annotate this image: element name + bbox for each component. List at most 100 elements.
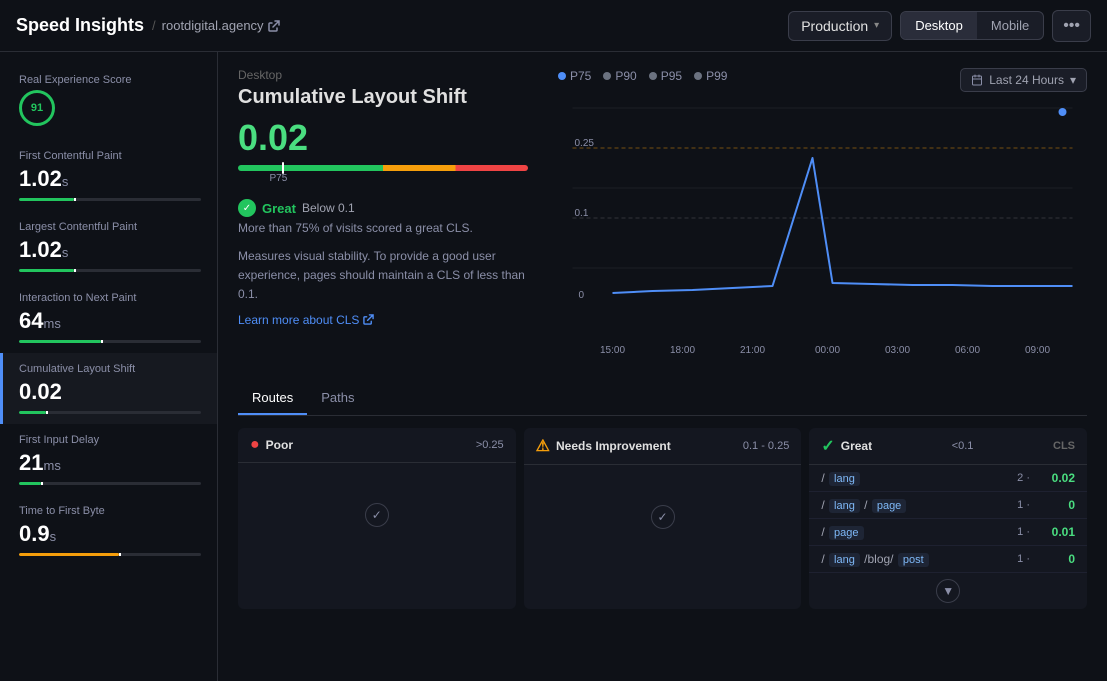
sidebar: Real Experience Score 91 First Contentfu…: [0, 52, 218, 681]
expand-icon: ▼: [936, 579, 960, 603]
legend-p75: P75: [558, 69, 591, 83]
sidebar-item-fid[interactable]: First Input Delay 21ms: [0, 424, 217, 495]
routes-col-poor-header: ● Poor >0.25: [238, 428, 516, 463]
breadcrumb: / rootdigital.agency: [152, 18, 280, 33]
sidebar-item-fcp[interactable]: First Contentful Paint 1.02s: [0, 140, 217, 211]
learn-more-link[interactable]: Learn more about CLS: [238, 313, 538, 327]
breadcrumb-slash: /: [152, 18, 156, 33]
legend-dot-p90: [603, 72, 611, 80]
metric-value-inp: 64ms: [19, 308, 201, 334]
cls-chart: 0.25 0.1 0 15:00 18:00 21:00 00:00 03:00…: [558, 98, 1087, 368]
tab-paths[interactable]: Paths: [307, 382, 368, 415]
mobile-button[interactable]: Mobile: [977, 12, 1043, 39]
svg-text:09:00: 09:00: [1025, 345, 1050, 356]
needs-label: Needs Improvement: [556, 439, 671, 453]
poor-label: Poor: [266, 438, 293, 452]
poor-expand[interactable]: ✓: [365, 503, 389, 527]
chart-legend: P75 P90 P95 P99: [558, 69, 727, 83]
metric-value-ttfb: 0.9s: [19, 521, 201, 547]
metric-value-fcp: 1.02s: [19, 166, 201, 192]
metric-bar-inp: [19, 340, 201, 343]
header: Speed Insights / rootdigital.agency Prod…: [0, 0, 1107, 52]
svg-text:21:00: 21:00: [740, 345, 765, 356]
great-label: Great: [841, 439, 872, 453]
env-dropdown[interactable]: Production ▾: [788, 11, 892, 41]
metric-bar-ttfb: [19, 553, 201, 556]
route-path: / lang: [821, 471, 990, 485]
sidebar-item-lcp[interactable]: Largest Contentful Paint 1.02s: [0, 211, 217, 282]
time-picker-chevron: ▾: [1070, 73, 1076, 87]
route-count: 1 ·: [990, 553, 1030, 565]
metric-value-lcp: 1.02s: [19, 237, 201, 263]
tab-routes[interactable]: Routes: [238, 382, 307, 415]
legend-p99: P99: [694, 69, 727, 83]
metric-value-cls: 0.02: [19, 379, 201, 405]
routes-section: ● Poor >0.25 ✓ ⚠ Needs Improvement 0.1 -…: [238, 428, 1087, 609]
svg-text:15:00: 15:00: [600, 345, 625, 356]
tabs: Routes Paths: [238, 382, 1087, 416]
route-count: 1 ·: [990, 526, 1030, 538]
more-icon: •••: [1063, 17, 1080, 34]
legend-p90: P90: [603, 69, 636, 83]
time-picker[interactable]: Last 24 Hours ▾: [960, 68, 1087, 92]
header-controls: Production ▾ Desktop Mobile •••: [788, 10, 1091, 42]
metric-value-fid: 21ms: [19, 450, 201, 476]
svg-text:18:00: 18:00: [670, 345, 695, 356]
content-breadcrumb: Desktop: [238, 68, 538, 82]
route-value: 0.02: [1030, 471, 1075, 485]
desktop-button[interactable]: Desktop: [901, 12, 977, 39]
metric-label-res: Real Experience Score: [19, 74, 201, 86]
needs-range: 0.1 - 0.25: [743, 440, 789, 452]
metric-label-cls: Cumulative Layout Shift: [19, 363, 201, 375]
site-link[interactable]: rootdigital.agency: [162, 18, 280, 33]
good-icon: ✓: [821, 436, 834, 456]
metric-bar-fcp: [19, 198, 201, 201]
more-options-button[interactable]: •••: [1052, 10, 1091, 42]
metric-label-lcp: Largest Contentful Paint: [19, 221, 201, 233]
below-text: Below 0.1: [302, 201, 355, 215]
svg-text:03:00: 03:00: [885, 345, 910, 356]
description-text: Measures visual stability. To provide a …: [238, 247, 538, 305]
sidebar-item-ttfb[interactable]: Time to First Byte 0.9s: [0, 495, 217, 566]
legend-dot-p99: [694, 72, 702, 80]
route-count: 2 ·: [990, 472, 1030, 484]
routes-col-needs: ⚠ Needs Improvement 0.1 - 0.25 ✓: [524, 428, 802, 609]
env-label: Production: [801, 18, 868, 34]
sidebar-item-cls[interactable]: Cumulative Layout Shift 0.02: [0, 353, 217, 424]
route-value: 0: [1030, 498, 1075, 512]
svg-text:0.1: 0.1: [575, 208, 589, 219]
table-row: / page 1 · 0.01: [809, 519, 1087, 546]
needs-expand[interactable]: ✓: [651, 505, 675, 529]
route-value: 0.01: [1030, 525, 1075, 539]
learn-link-icon: [363, 314, 374, 325]
content-title: Cumulative Layout Shift: [238, 86, 538, 109]
rating-badge: Great: [262, 201, 296, 216]
table-row: / lang 2 · 0.02: [809, 465, 1087, 492]
sidebar-item-inp[interactable]: Interaction to Next Paint 64ms: [0, 282, 217, 353]
warning-icon: ⚠: [536, 436, 550, 456]
route-value: 0: [1030, 552, 1075, 566]
score-circle: 91: [19, 90, 55, 126]
metric-bar-lcp: [19, 269, 201, 272]
content-value: 0.02: [238, 117, 538, 159]
great-expand-button[interactable]: ▼: [809, 573, 1087, 609]
legend-dot-p95: [649, 72, 657, 80]
metric-bar-cls: [19, 411, 201, 414]
poor-icon: ●: [250, 436, 260, 454]
legend-dot-p75: [558, 72, 566, 80]
rating-row: ✓ Great Below 0.1: [238, 199, 538, 217]
device-toggle: Desktop Mobile: [900, 11, 1044, 40]
sidebar-item-res[interactable]: Real Experience Score 91: [0, 64, 217, 140]
routes-col-poor: ● Poor >0.25 ✓: [238, 428, 516, 609]
great-check-icon: ✓: [238, 199, 256, 217]
routes-col-needs-header: ⚠ Needs Improvement 0.1 - 0.25: [524, 428, 802, 465]
poor-range: >0.25: [476, 439, 504, 451]
metric-label-ttfb: Time to First Byte: [19, 505, 201, 517]
route-count: 1 ·: [990, 499, 1030, 511]
app-logo: Speed Insights: [16, 15, 144, 36]
metric-label-inp: Interaction to Next Paint: [19, 292, 201, 304]
env-chevron: ▾: [874, 20, 879, 31]
svg-text:06:00: 06:00: [955, 345, 980, 356]
metric-bar-fid: [19, 482, 201, 485]
time-picker-label: Last 24 Hours: [989, 73, 1064, 87]
